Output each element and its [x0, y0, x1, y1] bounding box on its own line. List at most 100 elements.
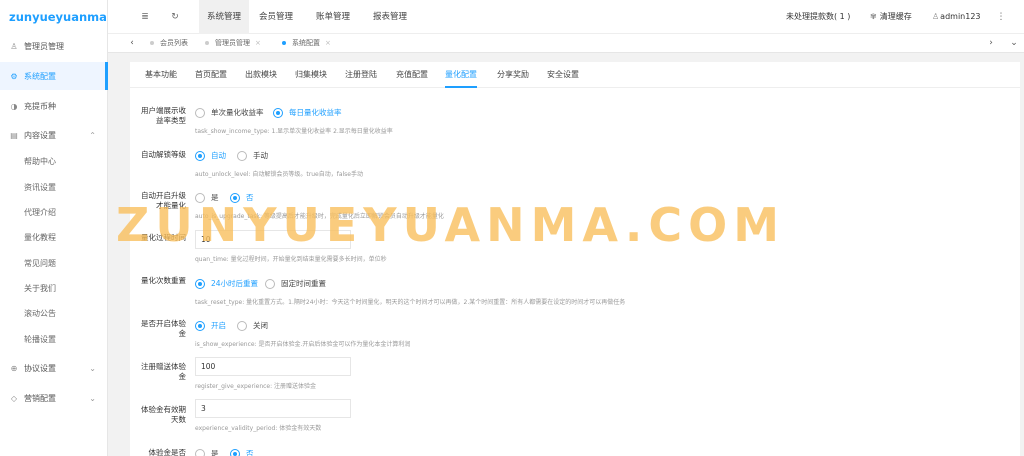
radio-label: 是 [211, 193, 219, 202]
hint-upgrade-task: auto_is_upgrade_task: 等级提高后才能升级时，完成量化后立即… [195, 213, 444, 220]
diamond-icon: ◇ [10, 393, 18, 403]
radio-reset-24h[interactable]: 24小时后重置 [195, 278, 258, 289]
sidebar-item-system-config[interactable]: ⚙ 系统配置 [0, 62, 108, 90]
radio-circle [273, 107, 283, 118]
username: admin123 [940, 12, 981, 21]
radio-experience-off[interactable]: 关闭 [237, 320, 268, 331]
close-icon[interactable]: × [325, 39, 331, 47]
radio-label: 24小时后重置 [211, 279, 259, 288]
radio-circle [230, 192, 240, 203]
tabs-dropdown-icon[interactable]: ⌄ [1004, 34, 1024, 53]
radio-circle [195, 278, 205, 289]
submenu-item-agent[interactable]: 代理介绍 [0, 201, 108, 225]
more-icon[interactable]: ⋮ [994, 0, 1008, 34]
tab-share[interactable]: 分享奖励 [497, 62, 529, 88]
page-tab-system-config[interactable]: 系统配置 × [282, 34, 331, 53]
radio-circle [195, 192, 205, 203]
sidebar-item-label: 营销配置 [24, 393, 56, 403]
submenu-item-carousel[interactable]: 轮播设置 [0, 328, 108, 352]
config-card: 基本功能 首页配置 出款模块 归集模块 注册登陆 充值配置 量化配置 分享奖励 … [130, 62, 1020, 456]
user-icon: ♙ [932, 12, 940, 21]
page-tab-member-list[interactable]: 会员列表 [150, 34, 188, 53]
top-nav-reports[interactable]: 报表管理 [365, 0, 415, 34]
radio-manual[interactable]: 手动 [237, 150, 268, 161]
tab-dot [282, 41, 286, 45]
top-nav-billing[interactable]: 账单管理 [308, 0, 358, 34]
tab-collect[interactable]: 归集模块 [295, 62, 327, 88]
validity-input[interactable]: 3 [195, 399, 351, 418]
radio-circle [265, 278, 275, 289]
radio-label: 否 [246, 449, 254, 456]
gear-icon: ⚙ [10, 71, 18, 81]
tab-home[interactable]: 首页配置 [195, 62, 227, 88]
top-nav-members[interactable]: 会员管理 [251, 0, 301, 34]
page-tabbar: ‹ 会员列表 管理员管理 × 系统配置 × › ⌄ [108, 34, 1024, 53]
sidebar-item-content-settings[interactable]: ▤ 内容设置 ⌃ [0, 121, 108, 149]
top-nav-system[interactable]: 系统管理 [199, 0, 250, 34]
tab-security[interactable]: 安全设置 [547, 62, 579, 88]
radio-circle [195, 448, 205, 456]
close-icon[interactable]: × [255, 39, 261, 47]
radio-daily-income[interactable]: 每日量化收益率 [273, 107, 342, 118]
submenu-item-about[interactable]: 关于我们 [0, 277, 108, 301]
radio-label: 是 [211, 449, 219, 456]
radio-circle [195, 107, 205, 118]
sidebar-item-currency[interactable]: ◑ 充提币种 [0, 92, 108, 120]
refresh-icon[interactable]: ↻ [166, 0, 184, 34]
submenu-item-help[interactable]: 帮助中心 [0, 150, 108, 174]
user-menu[interactable]: ♙admin123 [932, 0, 981, 34]
hint-quan-time: quan_time: 量化过程时间，开始量化到结束量化需要多长时间，单位秒 [195, 256, 387, 263]
tabs-prev-icon[interactable]: ‹ [122, 34, 142, 53]
radio-reset-fixed[interactable]: 固定时间重置 [265, 278, 326, 289]
tab-register[interactable]: 注册登陆 [345, 62, 377, 88]
radio-label: 单次量化收益率 [211, 108, 264, 117]
sidebar-item-protocol[interactable]: ⊕ 协议设置 ⌄ [0, 354, 108, 382]
clear-cache-label: 清理缓存 [879, 12, 912, 21]
radio-auto[interactable]: 自动 [195, 150, 226, 161]
quan-time-input[interactable]: 10 [195, 230, 351, 249]
tab-basic[interactable]: 基本功能 [145, 62, 177, 88]
radio-last-no[interactable]: 否 [230, 448, 254, 456]
page-tab-admin-management[interactable]: 管理员管理 × [205, 34, 261, 53]
field-label-validity: 体验金有效期天数 [141, 405, 186, 424]
hint-experience: is_show_experience: 是否开启体验金.开启后体验金可以作为量化… [195, 341, 411, 348]
field-label-show-income: 用户端展示收益率类型 [141, 106, 186, 125]
sidebar-item-admin-management[interactable]: ♙ 管理员管理 [0, 32, 108, 60]
radio-upgrade-no[interactable]: 否 [230, 192, 254, 203]
tab-recharge[interactable]: 充值配置 [396, 62, 428, 88]
sidebar-item-label: 协议设置 [24, 363, 56, 373]
radio-single-income[interactable]: 单次量化收益率 [195, 107, 264, 118]
page-tab-label: 会员列表 [160, 39, 188, 47]
register-give-input[interactable]: 100 [195, 357, 351, 376]
field-label-reset-type: 量化次数重置 [141, 276, 186, 285]
clear-cache-button[interactable]: ✾ 清理缓存 [870, 0, 912, 34]
radio-label: 手动 [253, 151, 268, 160]
submenu-item-tutorial[interactable]: 量化教程 [0, 226, 108, 250]
tab-quant[interactable]: 量化配置 [445, 62, 477, 88]
field-label-last: 体验金是否 [148, 448, 187, 456]
submenu-item-faq[interactable]: 常见问题 [0, 252, 108, 276]
logo[interactable]: zunyueyuanma.com [0, 0, 138, 34]
document-icon: ▤ [10, 130, 18, 140]
menu-toggle-icon[interactable]: ≣ [136, 0, 154, 34]
radio-circle [237, 150, 247, 161]
radio-last-yes[interactable]: 是 [195, 448, 219, 456]
radio-circle [237, 320, 247, 331]
tabs-next-icon[interactable]: › [981, 34, 1001, 53]
pending-withdraw-link[interactable]: 未处理提款数( 1 ) [786, 0, 850, 34]
chevron-down-icon: ⌄ [89, 393, 96, 403]
radio-label: 自动 [211, 151, 226, 160]
radio-circle [195, 150, 205, 161]
hint-show-income: task_show_income_type: 1.显示单次量化收益率 2.显示每… [195, 128, 393, 135]
sidebar-item-marketing[interactable]: ◇ 营销配置 ⌄ [0, 384, 108, 412]
sidebar-item-label: 充提币种 [24, 101, 56, 111]
tab-withdraw[interactable]: 出款模块 [245, 62, 277, 88]
chevron-up-icon: ⌃ [89, 130, 96, 140]
submenu-item-news[interactable]: 资讯设置 [0, 176, 108, 200]
top-header: ≣ ↻ 系统管理 会员管理 账单管理 报表管理 未处理提款数( 1 ) ✾ 清理缓… [108, 0, 1024, 34]
radio-experience-on[interactable]: 开启 [195, 320, 226, 331]
radio-upgrade-yes[interactable]: 是 [195, 192, 219, 203]
submenu-item-announcement[interactable]: 滚动公告 [0, 302, 108, 326]
field-label-quan-time: 量化过程时间 [141, 233, 186, 242]
page-tab-label: 系统配置 [292, 39, 320, 47]
